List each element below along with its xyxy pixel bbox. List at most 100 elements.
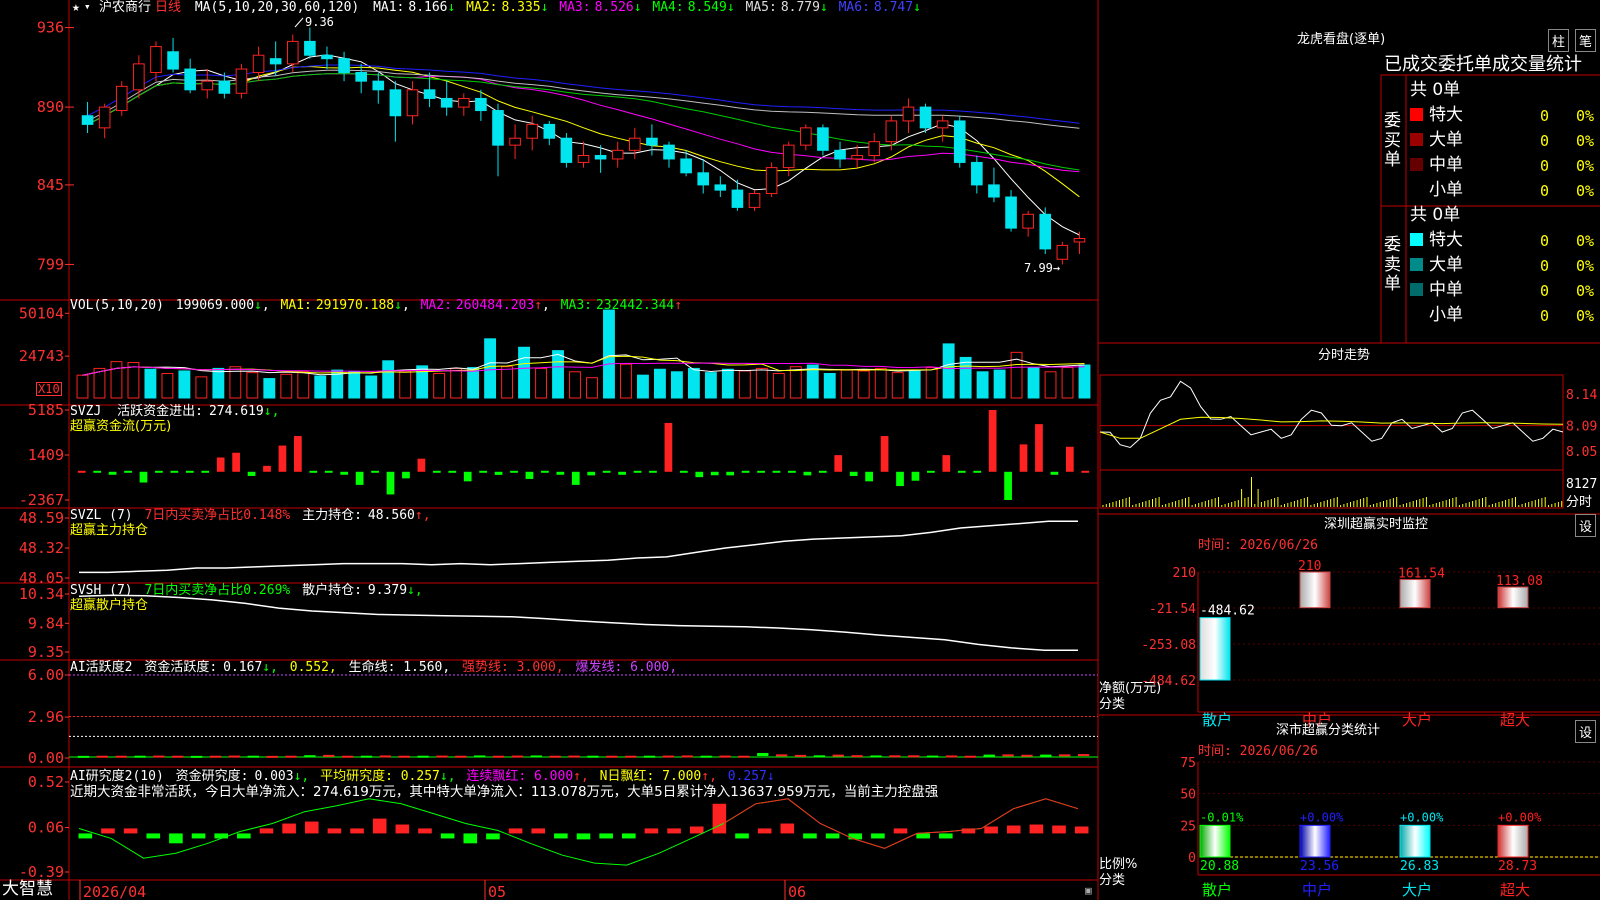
price-tick: 890 — [37, 98, 64, 116]
volume-bar — [467, 367, 480, 399]
activity-bar — [172, 755, 184, 758]
classify-settings-button[interactable]: 设 — [1575, 720, 1597, 743]
fund-flow-bar — [216, 457, 225, 472]
dragon-row-buy: 小单 — [1410, 182, 1463, 199]
fund-flow-bar — [232, 452, 240, 472]
dragon-row-label: 大单 — [1429, 130, 1463, 150]
dragon-row-count: 0 — [1540, 132, 1550, 150]
fund-flow-bar — [479, 470, 488, 473]
volume-bar — [840, 369, 853, 399]
ma2-label: MA2: — [466, 0, 498, 15]
activity-bar — [587, 755, 599, 758]
lock-icon[interactable]: ▣ — [1085, 885, 1092, 896]
activity-bar — [738, 755, 750, 758]
activity-bar — [134, 755, 146, 758]
fund-flow-bar — [1019, 444, 1028, 472]
svsh-tick: 9.35 — [28, 643, 64, 661]
vol-ma2-value: 260484.203 — [455, 298, 535, 313]
activity-bar — [643, 755, 656, 758]
volume-bar — [704, 372, 717, 399]
fund-flow-bar — [510, 470, 518, 473]
candle-body — [936, 120, 949, 129]
dragon-row-buy: 中单 — [1410, 157, 1463, 174]
candle-body — [201, 80, 214, 91]
fund-flow-bar — [726, 471, 735, 476]
legend-swatch — [1410, 283, 1423, 296]
classify-title: 深市超赢分类统计 — [1276, 723, 1381, 738]
ai-research-nred-arrow: ↑, — [701, 769, 717, 784]
research-bar — [984, 826, 998, 834]
volume-bar — [314, 375, 327, 399]
candle-body — [115, 85, 128, 112]
vol-tick: 50104 — [19, 304, 64, 322]
legend-swatch — [1410, 133, 1423, 146]
tab-bar-button[interactable]: 柱 — [1548, 29, 1570, 52]
ai-active-v2: 0.552, — [289, 660, 337, 675]
activity-bar — [1077, 754, 1090, 757]
candle-body — [423, 89, 436, 99]
activity-bar — [964, 755, 977, 758]
dragon-row-count: 0 — [1540, 107, 1550, 125]
volume-bar — [433, 372, 446, 399]
activity-bar — [190, 755, 203, 758]
fund-flow-bar — [849, 471, 858, 476]
dragon-row-pct: 0% — [1576, 307, 1595, 325]
research-bar — [667, 828, 681, 834]
monitor-bar — [1199, 617, 1231, 681]
chevron-down-icon[interactable]: ▾ — [84, 1, 91, 12]
research-bar — [237, 833, 251, 839]
classify-time: 时间: 2026/06/26 — [1198, 744, 1318, 759]
fund-flow-bar — [417, 458, 426, 472]
ai-research-title: AI研究度2(10) — [70, 769, 164, 784]
candle-body — [680, 158, 692, 174]
dragon-row-pct: 0% — [1576, 107, 1595, 125]
volume-bar — [1044, 371, 1057, 399]
svsh-label: 散户持仓: — [302, 583, 362, 598]
tab-tick-button[interactable]: 笔 — [1575, 29, 1597, 52]
activity-bar — [360, 755, 373, 758]
monitor-y-tick: 210 — [1173, 566, 1196, 581]
volume-bar — [178, 370, 191, 399]
research-bar — [418, 828, 432, 834]
fund-flow-bar — [340, 471, 349, 475]
monitor-bar — [1497, 586, 1529, 609]
dragon-row-label: 特大 — [1429, 105, 1463, 125]
research-bar — [463, 833, 478, 844]
monitor-category-label: 大户 — [1402, 711, 1432, 729]
intraday-title: 分时走势 — [1318, 348, 1371, 363]
classify-y-tick: 50 — [1180, 788, 1196, 803]
research-line-neg — [78, 798, 1079, 866]
candle-body — [629, 137, 641, 151]
candle-body — [560, 137, 573, 163]
volume-bar — [857, 370, 870, 399]
ma4-value: 8.549 — [687, 0, 727, 15]
ma1-arrow: ↓ — [447, 0, 456, 15]
fund-flow-bar — [201, 470, 210, 473]
main-position-line — [79, 520, 1078, 574]
fund-flow-bar — [973, 470, 982, 473]
activity-bar — [398, 755, 410, 758]
volume-bar — [721, 368, 734, 399]
fund-flow-bar — [834, 455, 843, 472]
dragon-row-label: 中单 — [1429, 155, 1463, 175]
research-bar — [916, 833, 930, 839]
period-label[interactable]: 日线 — [155, 0, 181, 15]
dragon-row-count: 0 — [1540, 282, 1550, 300]
ai-research-red-arrow: ↑, — [573, 769, 589, 784]
dragon-row-buy: 特大 — [1410, 107, 1463, 124]
fund-flow-bar — [155, 470, 163, 473]
candle-body — [611, 149, 624, 160]
volume-bar — [263, 378, 276, 399]
ai-active-burst: 爆发线: 6.000, — [575, 660, 678, 675]
monitor-settings-button[interactable]: 设 — [1575, 514, 1597, 537]
classify-category-label: 大户 — [1402, 881, 1432, 899]
research-bar — [304, 821, 319, 834]
research-bar — [621, 833, 636, 839]
monitor-bar — [1399, 579, 1431, 609]
volume-bar — [76, 374, 89, 399]
svzj-tick: 1409 — [28, 446, 64, 464]
classify-bar — [1299, 824, 1331, 858]
star-icon[interactable]: ★ — [72, 1, 80, 14]
vol-unit-badge[interactable]: X10 — [36, 382, 62, 396]
candle-body — [1022, 213, 1034, 229]
